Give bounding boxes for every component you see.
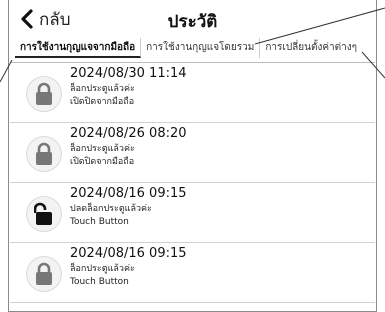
history-status: ล็อกประตูแล้วค่ะ	[70, 84, 135, 94]
history-datetime: 2024/08/16 09:15	[70, 186, 187, 201]
history-source: เปิดปิดจากมือถือ	[70, 97, 135, 107]
tab-overall-usage[interactable]: การใช้งานกุญแจโดยรวม	[141, 38, 261, 58]
lock-closed-icon	[26, 256, 62, 292]
history-list[interactable]: 2024/08/30 11:14 ล็อกประตูแล้วค่ะ เปิดปิ…	[10, 62, 375, 311]
history-status: ปลดล็อกประตูแล้วค่ะ	[70, 204, 152, 214]
history-datetime: 2024/08/26 08:20	[70, 126, 187, 141]
history-datetime: 2024/08/30 11:14	[70, 66, 187, 81]
history-source: เปิดปิดจากมือถือ	[70, 157, 135, 167]
lock-closed-icon	[26, 136, 62, 172]
history-status: ล็อกประตูแล้วค่ะ	[70, 264, 135, 274]
history-source: Touch Button	[70, 217, 129, 227]
list-item[interactable]: 2024/08/26 08:20 ล็อกประตูแล้วค่ะ เปิดปิ…	[10, 123, 375, 183]
header: กลับ ประวัติ	[9, 0, 376, 36]
page-title: ประวัติ	[167, 12, 218, 32]
list-item[interactable]: 2024/08/16 09:15 ปลดล็อกประตูแล้วค่ะ Tou…	[10, 183, 375, 243]
history-panel: กลับ ประวัติ การใช้งานกุญแจจากมือถือ การ…	[8, 0, 377, 312]
history-datetime: 2024/08/16 09:15	[70, 246, 187, 261]
tab-settings-changes[interactable]: การเปลี่ยนตั้งค่าต่างๆ	[260, 38, 362, 58]
history-source: Touch Button	[70, 277, 129, 287]
tab-bar: การใช้งานกุญแจจากมือถือ การใช้งานกุญแจโด…	[15, 38, 373, 58]
lock-closed-icon	[26, 76, 62, 112]
list-item[interactable]: 2024/08/30 11:14 ล็อกประตูแล้วค่ะ เปิดปิ…	[10, 63, 375, 123]
tab-mobile-usage[interactable]: การใช้งานกุญแจจากมือถือ	[15, 38, 142, 58]
list-item[interactable]: 2024/08/16 09:15 ล็อกประตูแล้วค่ะ Touch …	[10, 243, 375, 303]
lock-open-icon	[26, 196, 62, 232]
history-status: ล็อกประตูแล้วค่ะ	[70, 144, 135, 154]
